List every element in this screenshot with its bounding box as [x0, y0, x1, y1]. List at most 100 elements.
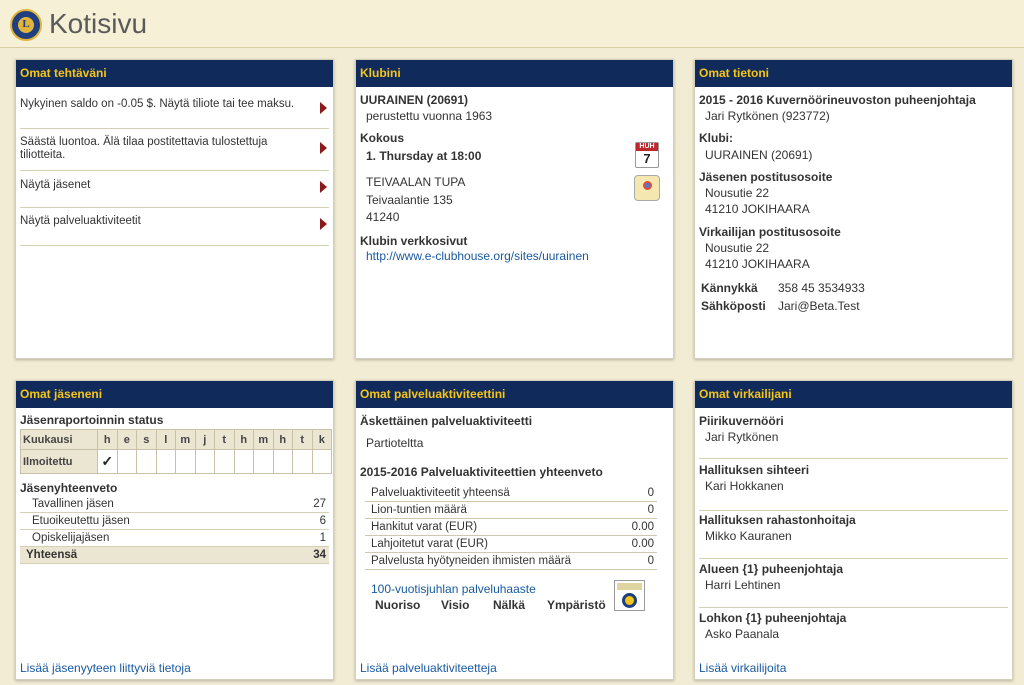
- month-cell: l: [155, 429, 176, 450]
- recent-activity-label: Äskettäinen palveluaktiviteetti: [360, 414, 533, 428]
- officer-address-line2: 41210 JOKIHAARA: [705, 257, 810, 271]
- tasks-panel: Omat tehtäväni Nykyinen saldo on -0.05 $…: [15, 59, 334, 359]
- my-info-panel-header: Omat tietoni: [695, 60, 1012, 87]
- month-cell: m: [253, 429, 274, 450]
- month-cell: h: [233, 429, 254, 450]
- more-activities-link[interactable]: Lisää palveluaktiviteetteja: [360, 661, 497, 675]
- category-environment: Ympäristö: [547, 598, 606, 612]
- task-item-paperless[interactable]: Säästä luontoa. Älä tilaa postitettavia …: [20, 129, 329, 171]
- activity-summary-row: Palvelusta hyötyneiden ihmisten määrä 0: [365, 553, 657, 570]
- arrow-right-icon: [320, 142, 327, 154]
- meeting-time: 1. Thursday at 18:00: [366, 149, 482, 163]
- mobile-label: Kännykkä: [701, 281, 758, 295]
- page-title: Kotisivu: [49, 8, 148, 39]
- status-cell: [116, 449, 137, 474]
- divider: [699, 458, 1008, 459]
- month-cell: t: [214, 429, 235, 450]
- month-cell: h: [272, 429, 293, 450]
- reported-label: Ilmoitettu: [20, 449, 98, 474]
- divider: [699, 558, 1008, 559]
- service-panel: Omat palveluaktiviteettini Äskettäinen p…: [355, 380, 674, 680]
- divider: [699, 607, 1008, 608]
- officer-title: Piirikuvernööri: [699, 414, 784, 428]
- person-name: Jari Rytkönen (923772): [705, 109, 830, 123]
- club-website-link[interactable]: http://www.e-clubhouse.org/sites/uuraine…: [366, 249, 589, 263]
- centennial-badge-icon[interactable]: [614, 580, 645, 611]
- status-cell: [272, 449, 293, 474]
- status-cell: [175, 449, 196, 474]
- officer-address-label: Virkailijan postitusosoite: [699, 225, 841, 239]
- officer-title: Lohkon {1} puheenjohtaja: [699, 611, 847, 625]
- task-item-label: Nykyinen saldo on -0.05 $. Näytä tiliote…: [20, 98, 295, 110]
- category-vision: Visio: [441, 598, 470, 612]
- arrow-right-icon: [320, 181, 327, 193]
- service-panel-header: Omat palveluaktiviteettini: [356, 381, 673, 408]
- status-cell: [311, 449, 332, 474]
- activity-summary-label: 2015-2016 Palveluaktiviteettien yhteenve…: [360, 465, 603, 479]
- venue-street: Teivaalantie 135: [366, 193, 453, 207]
- activity-summary-row: Palveluaktiviteetit yhteensä 0: [365, 485, 657, 502]
- members-panel-header: Omat jäseneni: [16, 381, 333, 408]
- officers-panel: Omat virkailijani Piirikuvernööri Jari R…: [694, 380, 1013, 680]
- month-cell: j: [194, 429, 215, 450]
- centennial-challenge-link[interactable]: 100-vuotisjuhlan palveluhaaste: [371, 582, 536, 596]
- arrow-right-icon: [320, 102, 327, 114]
- task-item-balance[interactable]: Nykyinen saldo on -0.05 $. Näytä tiliote…: [20, 87, 329, 129]
- report-status-label: Jäsenraportoinnin status: [20, 413, 164, 427]
- member-summary-row: Etuoikeutettu jäsen 6: [20, 513, 329, 530]
- calendar-icon[interactable]: HUH 7: [635, 142, 659, 168]
- venue-zip: 41240: [366, 210, 400, 224]
- status-cell: [214, 449, 235, 474]
- recent-activity-value: Partioteltta: [366, 436, 424, 450]
- more-officers-link[interactable]: Lisää virkailijoita: [699, 661, 786, 675]
- officer-title: Hallituksen sihteeri: [699, 463, 810, 477]
- task-item-members[interactable]: Näytä jäsenet: [20, 171, 329, 208]
- officer-name: Harri Lehtinen: [705, 578, 781, 592]
- lions-logo-icon[interactable]: L: [10, 9, 42, 41]
- top-bar: L Kotisivu: [0, 0, 1024, 48]
- officer-address-line1: Nousutie 22: [705, 241, 770, 255]
- member-address-line2: 41210 JOKIHAARA: [705, 202, 810, 216]
- member-summary-row: Opiskelijajäsen 1: [20, 530, 329, 547]
- status-cell: [233, 449, 254, 474]
- activity-summary-row: Lion-tuntien määrä 0: [365, 502, 657, 519]
- officer-name: Asko Paanala: [705, 627, 780, 641]
- officer-name: Mikko Kauranen: [705, 529, 792, 543]
- member-address-line1: Nousutie 22: [705, 186, 770, 200]
- status-cell: [194, 449, 215, 474]
- checkmark-icon: ✓: [97, 449, 118, 474]
- members-panel: Omat jäseneni Jäsenraportoinnin status K…: [15, 380, 334, 680]
- task-item-activities[interactable]: Näytä palveluaktiviteetit: [20, 208, 329, 246]
- divider: [699, 510, 1008, 511]
- month-label: Kuukausi: [20, 429, 98, 450]
- task-item-label: Säästä luontoa. Älä tilaa postitettavia …: [20, 136, 268, 161]
- officer-name: Jari Rytkönen: [705, 430, 779, 444]
- task-item-label: Näytä jäsenet: [20, 179, 91, 191]
- club-panel: Klubini UURAINEN (20691) perustettu vuon…: [355, 59, 674, 359]
- status-cell: [253, 449, 274, 474]
- meeting-label: Kokous: [360, 131, 405, 145]
- my-info-panel: Omat tietoni 2015 - 2016 Kuvernöörineuvo…: [694, 59, 1013, 359]
- club-panel-header: Klubini: [356, 60, 673, 87]
- status-cell: [292, 449, 313, 474]
- role-title: 2015 - 2016 Kuvernöörineuvoston puheenjo…: [699, 93, 976, 107]
- officers-panel-header: Omat virkailijani: [695, 381, 1012, 408]
- website-label: Klubin verkkosivut: [360, 234, 468, 248]
- member-summary-total: Yhteensä 34: [20, 547, 329, 564]
- member-summary-label: Jäsenyhteenveto: [20, 481, 118, 495]
- club-name: UURAINEN (20691): [360, 93, 469, 107]
- email-label: Sähköposti: [701, 299, 766, 313]
- month-cell: e: [116, 429, 137, 450]
- venue-name: TEIVAALAN TUPA: [366, 175, 466, 189]
- map-icon[interactable]: [634, 175, 660, 201]
- activity-summary-row: Lahjoitetut varat (EUR) 0.00: [365, 536, 657, 553]
- status-cell: [136, 449, 157, 474]
- email-value: Jari@Beta.Test: [778, 299, 860, 313]
- status-cell: [155, 449, 176, 474]
- category-youth: Nuoriso: [375, 598, 421, 612]
- mobile-value: 358 45 3534933: [778, 281, 865, 295]
- more-member-info-link[interactable]: Lisää jäsenyyteen liittyviä tietoja: [20, 661, 191, 675]
- task-item-label: Näytä palveluaktiviteetit: [20, 215, 141, 227]
- category-hunger: Nälkä: [493, 598, 526, 612]
- officer-name: Kari Hokkanen: [705, 479, 784, 493]
